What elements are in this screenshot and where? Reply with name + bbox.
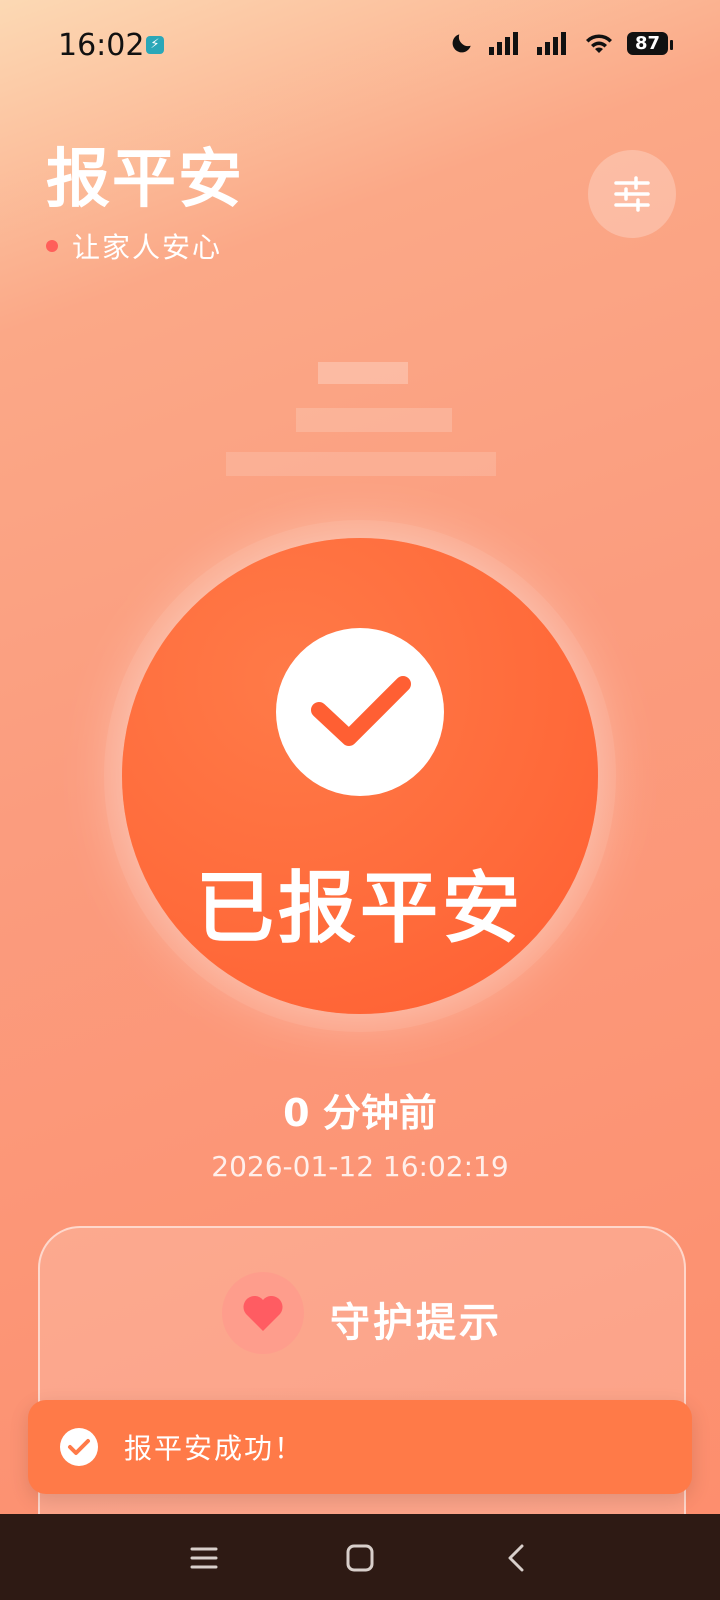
toast-check-icon — [60, 1428, 98, 1466]
heart-icon — [243, 1295, 283, 1331]
sliders-icon — [614, 176, 650, 212]
guard-tips-title: 守护提示 — [330, 1300, 502, 1346]
guard-tips-card[interactable] — [38, 1226, 686, 1560]
subtitle-row: 让家人安心 — [46, 226, 222, 266]
success-toast: 报平安成功！ — [28, 1400, 692, 1494]
report-status-label: 已报平安 — [195, 864, 524, 954]
status-dot — [46, 240, 58, 252]
report-timestamp: 2026-01-12 16:02:19 — [211, 1150, 509, 1183]
home-square-icon — [346, 1544, 374, 1572]
home-nav-button[interactable] — [334, 1536, 386, 1580]
settings-button[interactable] — [588, 150, 676, 238]
heart-badge — [222, 1272, 304, 1354]
menu-nav-button[interactable] — [178, 1536, 230, 1580]
back-nav-button[interactable] — [490, 1536, 542, 1580]
signal-icon — [488, 32, 518, 55]
time-since-report: 0 分钟前 — [283, 1091, 437, 1135]
moon-icon — [452, 34, 471, 53]
check-badge — [276, 628, 444, 796]
app-notification-icon: ⚡ — [146, 36, 164, 54]
check-icon — [311, 676, 411, 746]
back-chevron-icon — [508, 1544, 524, 1572]
signal-icon-2 — [536, 32, 566, 55]
page-subtitle: 让家人安心 — [72, 231, 223, 264]
page-title: 报平安 — [46, 143, 244, 217]
battery-indicator: 87 — [626, 31, 674, 55]
toast-message: 报平安成功！ — [124, 1432, 305, 1465]
menu-icon — [190, 1547, 218, 1569]
status-time: 16:02 — [58, 28, 145, 63]
status-icons: 87 — [449, 30, 674, 56]
wifi-icon — [585, 34, 612, 53]
